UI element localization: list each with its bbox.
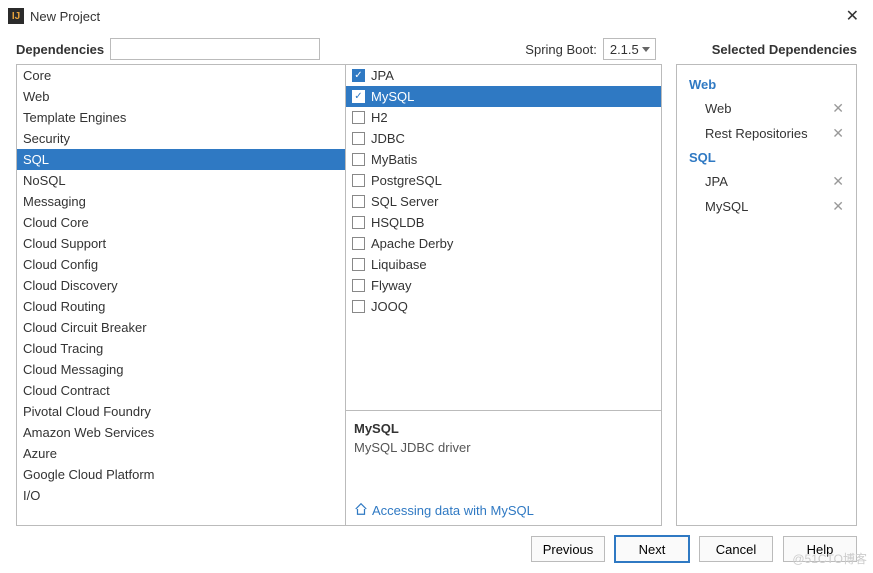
close-icon[interactable]: ✕ (842, 6, 863, 26)
selected-item: Web✕ (677, 96, 856, 121)
selected-item-label: Rest Repositories (705, 126, 832, 141)
dependency-label: JPA (371, 68, 394, 83)
cancel-button[interactable]: Cancel (699, 536, 773, 562)
category-item[interactable]: Amazon Web Services (17, 422, 345, 443)
remove-icon[interactable]: ✕ (832, 100, 844, 117)
dependency-item[interactable]: Flyway (346, 275, 661, 296)
checkbox[interactable] (352, 300, 365, 313)
checkbox[interactable] (352, 174, 365, 187)
selected-item: Rest Repositories✕ (677, 121, 856, 146)
category-item[interactable]: Messaging (17, 191, 345, 212)
dependency-item[interactable]: HSQLDB (346, 212, 661, 233)
dependency-label: JDBC (371, 131, 405, 146)
dependencies-label: Dependencies (16, 42, 104, 57)
remove-icon[interactable]: ✕ (832, 173, 844, 190)
selected-group-header: Web (677, 73, 856, 96)
dependency-list[interactable]: ✓ JPA ✓ MySQL H2 JDBC MyBatis PostgreSQL SQL Ser… (346, 65, 662, 410)
dependency-label: MyBatis (371, 152, 417, 167)
dependency-label: JOOQ (371, 299, 408, 314)
dependency-item[interactable]: JOOQ (346, 296, 661, 317)
checkbox[interactable] (352, 216, 365, 229)
selected-group-header: SQL (677, 146, 856, 169)
checkbox[interactable] (352, 132, 365, 145)
dependency-item[interactable]: SQL Server (346, 191, 661, 212)
category-item[interactable]: Cloud Contract (17, 380, 345, 401)
selected-dependencies-label: Selected Dependencies (712, 42, 857, 57)
remove-icon[interactable]: ✕ (832, 125, 844, 142)
category-item[interactable]: Cloud Support (17, 233, 345, 254)
checkbox[interactable] (352, 153, 365, 166)
dependency-item[interactable]: Liquibase (346, 254, 661, 275)
checkbox[interactable] (352, 237, 365, 250)
footer: Previous Next Cancel Help (0, 526, 873, 572)
category-item[interactable]: SQL (17, 149, 345, 170)
category-item[interactable]: Pivotal Cloud Foundry (17, 401, 345, 422)
dependency-label: MySQL (371, 89, 414, 104)
description-text: MySQL JDBC driver (354, 440, 653, 502)
dependency-item[interactable]: ✓ JPA (346, 65, 661, 86)
home-icon (354, 502, 368, 519)
dependency-label: H2 (371, 110, 388, 125)
category-item[interactable]: Core (17, 65, 345, 86)
dependency-label: SQL Server (371, 194, 438, 209)
dependency-item[interactable]: Apache Derby (346, 233, 661, 254)
dependency-item[interactable]: JDBC (346, 128, 661, 149)
window-title: New Project (30, 9, 842, 24)
selected-item-label: JPA (705, 174, 832, 189)
checkbox[interactable] (352, 279, 365, 292)
category-item[interactable]: Cloud Core (17, 212, 345, 233)
dependency-item[interactable]: PostgreSQL (346, 170, 661, 191)
header-row: Dependencies Spring Boot: 2.1.5 Selected… (0, 32, 873, 64)
category-item[interactable]: Cloud Tracing (17, 338, 345, 359)
dependency-label: Liquibase (371, 257, 427, 272)
description-link-text: Accessing data with MySQL (372, 503, 534, 518)
selected-item-label: MySQL (705, 199, 832, 214)
category-item[interactable]: I/O (17, 485, 345, 506)
watermark: @51CTO博客 (792, 550, 867, 567)
dependency-item[interactable]: ✓ MySQL (346, 86, 661, 107)
selected-dependencies-panel: WebWeb✕Rest Repositories✕SQLJPA✕MySQL✕ (676, 64, 857, 526)
category-item[interactable]: Security (17, 128, 345, 149)
category-item[interactable]: Cloud Messaging (17, 359, 345, 380)
checkbox[interactable] (352, 258, 365, 271)
category-item[interactable]: Google Cloud Platform (17, 464, 345, 485)
checkbox[interactable] (352, 111, 365, 124)
description-title: MySQL (354, 421, 653, 436)
category-item[interactable]: Azure (17, 443, 345, 464)
checkbox[interactable]: ✓ (352, 90, 365, 103)
checkbox[interactable] (352, 195, 365, 208)
remove-icon[interactable]: ✕ (832, 198, 844, 215)
selected-item: MySQL✕ (677, 194, 856, 219)
dependency-label: Flyway (371, 278, 411, 293)
selected-item: JPA✕ (677, 169, 856, 194)
titlebar: IJ New Project ✕ (0, 0, 873, 32)
category-item[interactable]: Cloud Circuit Breaker (17, 317, 345, 338)
dependency-item[interactable]: MyBatis (346, 149, 661, 170)
checkbox[interactable]: ✓ (352, 69, 365, 82)
category-item[interactable]: NoSQL (17, 170, 345, 191)
spring-boot-label: Spring Boot: (525, 42, 597, 57)
description-panel: MySQL MySQL JDBC driver Accessing data w… (346, 410, 662, 525)
category-item[interactable]: Cloud Config (17, 254, 345, 275)
spring-boot-version: 2.1.5 (610, 42, 639, 57)
selected-item-label: Web (705, 101, 832, 116)
spring-boot-select[interactable]: 2.1.5 (603, 38, 656, 60)
search-wrap (110, 38, 320, 60)
dependency-label: Apache Derby (371, 236, 453, 251)
category-item[interactable]: Web (17, 86, 345, 107)
main: CoreWebTemplate EnginesSecuritySQLNoSQLM… (0, 64, 873, 526)
dependency-label: PostgreSQL (371, 173, 442, 188)
dependency-label: HSQLDB (371, 215, 424, 230)
app-icon: IJ (8, 8, 24, 24)
search-input[interactable] (110, 38, 320, 60)
description-link[interactable]: Accessing data with MySQL (354, 502, 653, 519)
category-item[interactable]: Template Engines (17, 107, 345, 128)
next-button[interactable]: Next (615, 536, 689, 562)
dependency-item[interactable]: H2 (346, 107, 661, 128)
previous-button[interactable]: Previous (531, 536, 605, 562)
dependency-column: ✓ JPA ✓ MySQL H2 JDBC MyBatis PostgreSQL SQL Ser… (346, 64, 662, 526)
category-item[interactable]: Cloud Routing (17, 296, 345, 317)
category-list[interactable]: CoreWebTemplate EnginesSecuritySQLNoSQLM… (16, 64, 346, 526)
category-item[interactable]: Cloud Discovery (17, 275, 345, 296)
